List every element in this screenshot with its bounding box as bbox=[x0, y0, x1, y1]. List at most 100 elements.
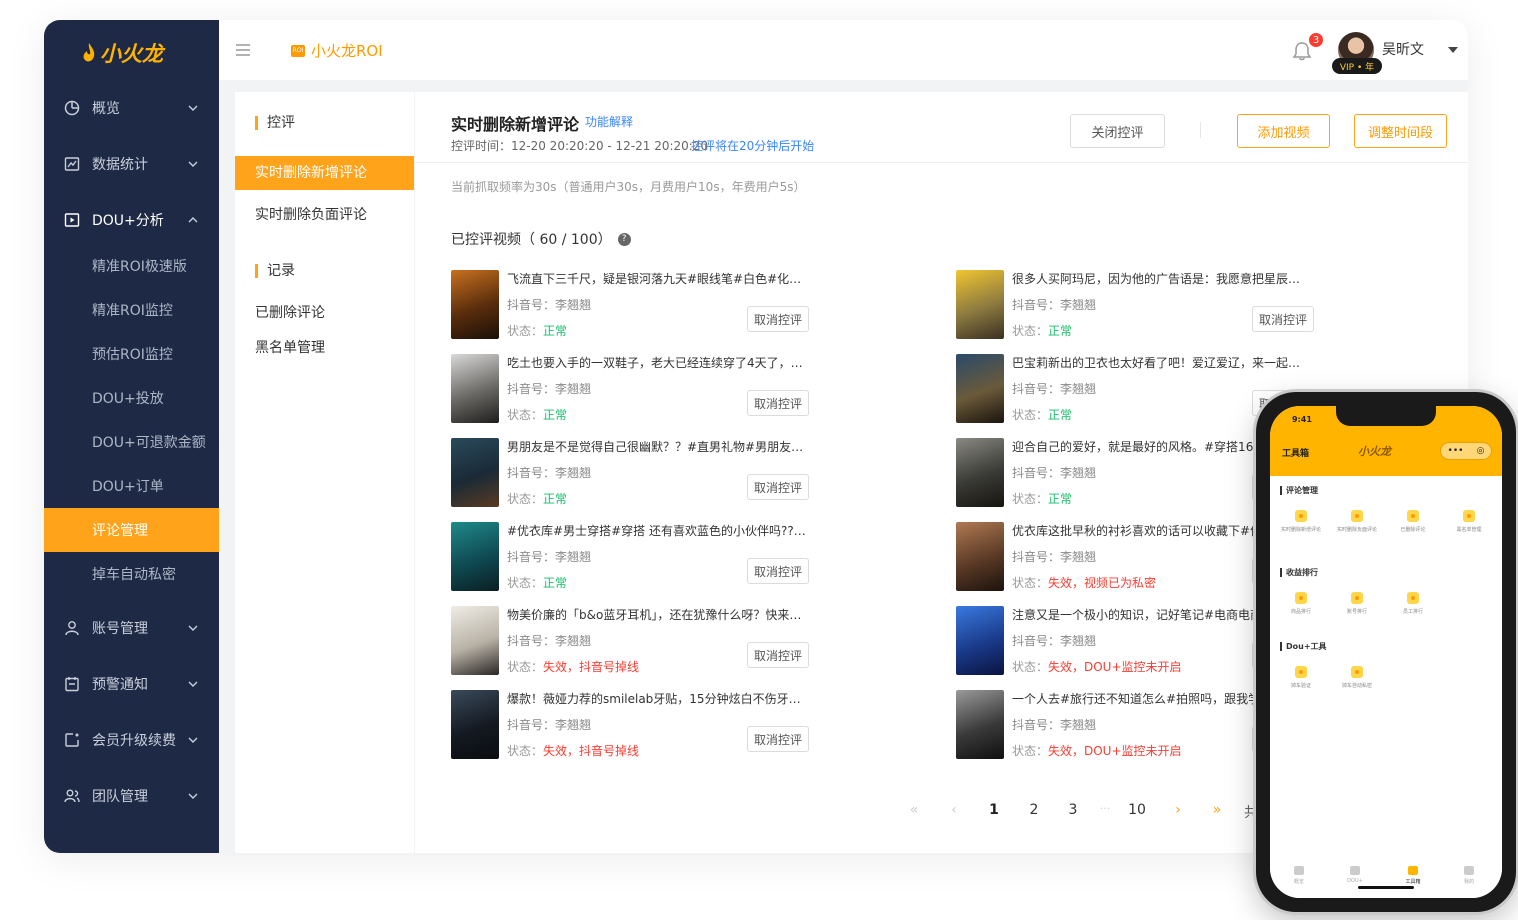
phone-tool[interactable]: 已删除评论 bbox=[1388, 510, 1438, 533]
phone-tool[interactable]: 实时删除负面评论 bbox=[1332, 510, 1382, 533]
phone-tab-active[interactable]: 工具箱 bbox=[1388, 866, 1438, 885]
video-thumbnail[interactable] bbox=[451, 438, 499, 507]
sidebar-subitem[interactable]: DOU+可退款金额 bbox=[44, 420, 219, 464]
video-title[interactable]: 很多人买阿玛尼，因为他的广告语是：我愿意把星辰银河都送给你 bbox=[1012, 270, 1312, 287]
miniapp-capsule[interactable]: ••• ◎ bbox=[1440, 442, 1492, 460]
video-thumbnail[interactable] bbox=[956, 270, 1004, 339]
status-label: 状态： bbox=[1012, 324, 1049, 338]
caret-down-icon[interactable] bbox=[1448, 47, 1458, 53]
cancel-control-button[interactable]: 取消控评 bbox=[747, 306, 809, 332]
status-label: 状态： bbox=[1012, 408, 1049, 422]
cancel-control-button[interactable]: 取消控评 bbox=[747, 642, 809, 668]
phone-tab[interactable]: 概览 bbox=[1274, 866, 1324, 885]
sidebar-subitem[interactable]: DOU+投放 bbox=[44, 376, 219, 420]
video-thumbnail[interactable] bbox=[451, 606, 499, 675]
phone-tool[interactable]: 实时删除新增评论 bbox=[1276, 510, 1326, 533]
video-thumbnail[interactable] bbox=[956, 522, 1004, 591]
phone-tool[interactable]: 账号排行 bbox=[1332, 592, 1382, 615]
more-icon[interactable]: ••• bbox=[1448, 446, 1464, 456]
phone-tool[interactable]: 掉车验证 bbox=[1276, 666, 1326, 689]
phone-tool[interactable]: 员工排行 bbox=[1388, 592, 1438, 615]
cancel-control-button[interactable]: 取消控评 bbox=[747, 390, 809, 416]
video-title[interactable]: #优衣库#男士穿搭#穿搭 还有喜欢蓝色的小伙伴吗??好看 bbox=[507, 522, 807, 539]
submenu-realtime-delete-new[interactable]: 实时删除新增评论 bbox=[235, 156, 414, 190]
video-title[interactable]: 男朋友是不是觉得自己很幽默？？#直男礼物#男朋友作死 bbox=[507, 438, 807, 455]
close-icon[interactable]: ◎ bbox=[1477, 446, 1485, 456]
status-label: 状态： bbox=[1012, 744, 1049, 758]
video-title[interactable]: 巴宝莉新出的卫衣也太好看了吧！爱辽爱辽，来一起跟我种草吧 bbox=[1012, 354, 1312, 371]
sidebar-subitem[interactable]: DOU+订单 bbox=[44, 464, 219, 508]
last-page-button[interactable]: » bbox=[1207, 802, 1227, 818]
next-page-button[interactable]: › bbox=[1168, 802, 1188, 818]
cancel-control-button[interactable]: 取消控评 bbox=[747, 558, 809, 584]
status-value: 失效，抖音号掉线 bbox=[543, 660, 640, 674]
video-title[interactable]: 吃土也要入手的一双鞋子，老大已经连续穿了4天了，真的绝 bbox=[507, 354, 807, 371]
sidebar-item-statistics[interactable]: 数据统计 bbox=[44, 142, 219, 186]
status-label: 状态： bbox=[1012, 576, 1049, 590]
video-thumbnail[interactable] bbox=[451, 354, 499, 423]
chevron-up-icon bbox=[188, 217, 198, 223]
video-thumbnail[interactable] bbox=[956, 438, 1004, 507]
page-button[interactable]: 1 bbox=[984, 802, 1004, 818]
play-box-icon bbox=[64, 213, 80, 227]
video-thumbnail[interactable] bbox=[451, 270, 499, 339]
sidebar-subitem[interactable]: 掉车自动私密 bbox=[44, 552, 219, 596]
first-page-button[interactable]: « bbox=[904, 802, 924, 818]
page-button[interactable]: 10 bbox=[1127, 802, 1147, 818]
monitored-count: 已控评视频（ 60 / 100） ? bbox=[451, 229, 631, 249]
video-title[interactable]: 物美价廉的「b&o蓝牙耳机」，还在犹豫什么呀？快来入手吧 bbox=[507, 606, 807, 623]
close-control-button[interactable]: 关闭控评 bbox=[1070, 114, 1165, 148]
vip-badge: VIP • 年 bbox=[1332, 58, 1382, 74]
cancel-control-button[interactable]: 取消控评 bbox=[1252, 306, 1314, 332]
video-title[interactable]: 飞流直下三千尺，疑是银河落九天#眼线笔#白色#化妆品 bbox=[507, 270, 807, 287]
app-logo[interactable]: 小火龙 bbox=[82, 38, 163, 68]
page-button[interactable]: 3 bbox=[1063, 802, 1083, 818]
video-item: 男朋友是不是觉得自己很幽默？？#直男礼物#男朋友作死 抖音号：李翘翘 状态： 正… bbox=[451, 438, 931, 508]
prev-page-button[interactable]: ‹ bbox=[944, 802, 964, 818]
sidebar-item-account[interactable]: 账号管理 bbox=[44, 606, 219, 650]
adjust-time-button[interactable]: 调整时间段 bbox=[1354, 114, 1447, 148]
add-video-button[interactable]: 添加视频 bbox=[1237, 114, 1330, 148]
sidebar-subitem-label: 评论管理 bbox=[92, 523, 148, 539]
user-icon bbox=[65, 621, 79, 636]
phone-tool[interactable]: 商品排行 bbox=[1276, 592, 1326, 615]
sidebar-item-label: 预警通知 bbox=[92, 677, 148, 693]
sidebar-item-team[interactable]: 团队管理 bbox=[44, 774, 219, 818]
sidebar-item-membership[interactable]: 会员升级续费 bbox=[44, 718, 219, 762]
phone-header: 9:41 工具箱 小火龙 ••• ◎ bbox=[1270, 406, 1502, 476]
sidebar: 小火龙 概览 数据统计 DOU+分析 精准ROI极速版 精准ROI监控 预估RO… bbox=[44, 20, 219, 853]
video-thumbnail[interactable] bbox=[956, 354, 1004, 423]
calendar-icon bbox=[65, 677, 79, 692]
submenu-realtime-delete-negative[interactable]: 实时删除负面评论 bbox=[235, 198, 414, 232]
cancel-control-button[interactable]: 取消控评 bbox=[747, 726, 809, 752]
sidebar-item-overview[interactable]: 概览 bbox=[44, 86, 219, 130]
video-thumbnail[interactable] bbox=[451, 522, 499, 591]
sidebar-subitem[interactable]: 精准ROI极速版 bbox=[44, 244, 219, 288]
sidebar-subitem-comment-management[interactable]: 评论管理 bbox=[44, 508, 219, 552]
sidebar-subitem[interactable]: 精准ROI监控 bbox=[44, 288, 219, 332]
username[interactable]: 吴昕文 bbox=[1382, 39, 1424, 59]
phone-tab[interactable]: 我的 bbox=[1444, 866, 1494, 885]
phone-tab[interactable]: DOU+ bbox=[1330, 866, 1380, 884]
sidebar-subitem[interactable]: 预估ROI监控 bbox=[44, 332, 219, 376]
cancel-control-button[interactable]: 取消控评 bbox=[747, 474, 809, 500]
video-title[interactable]: 爆款！薇娅力荐的smilelab牙贴，15分钟炫白不伤牙龈，神器 bbox=[507, 690, 807, 707]
video-thumbnail[interactable] bbox=[451, 690, 499, 759]
page-button[interactable]: 2 bbox=[1024, 802, 1044, 818]
menu-toggle-icon[interactable] bbox=[235, 43, 251, 57]
section-title: 记录 bbox=[255, 264, 295, 278]
help-link[interactable]: 功能解释 bbox=[585, 113, 633, 130]
product-name: 小火龙ROI bbox=[311, 42, 383, 60]
help-icon[interactable]: ? bbox=[617, 232, 631, 246]
submenu-blacklist[interactable]: 黑名单管理 bbox=[235, 331, 414, 365]
sidebar-item-dou-analysis[interactable]: DOU+分析 bbox=[44, 198, 219, 242]
page-ellipsis[interactable]: ··· bbox=[1095, 802, 1115, 815]
video-thumbnail[interactable] bbox=[956, 606, 1004, 675]
phone-tool[interactable]: 掉车自动私密 bbox=[1332, 666, 1382, 689]
sidebar-item-alerts[interactable]: 预警通知 bbox=[44, 662, 219, 706]
phone-tool[interactable]: 黑名单管理 bbox=[1444, 510, 1494, 533]
submenu-deleted-comments[interactable]: 已删除评论 bbox=[235, 296, 414, 330]
video-account: 抖音号：李翘翘 bbox=[1012, 466, 1097, 480]
video-thumbnail[interactable] bbox=[956, 690, 1004, 759]
video-account: 抖音号：李翘翘 bbox=[1012, 634, 1097, 648]
